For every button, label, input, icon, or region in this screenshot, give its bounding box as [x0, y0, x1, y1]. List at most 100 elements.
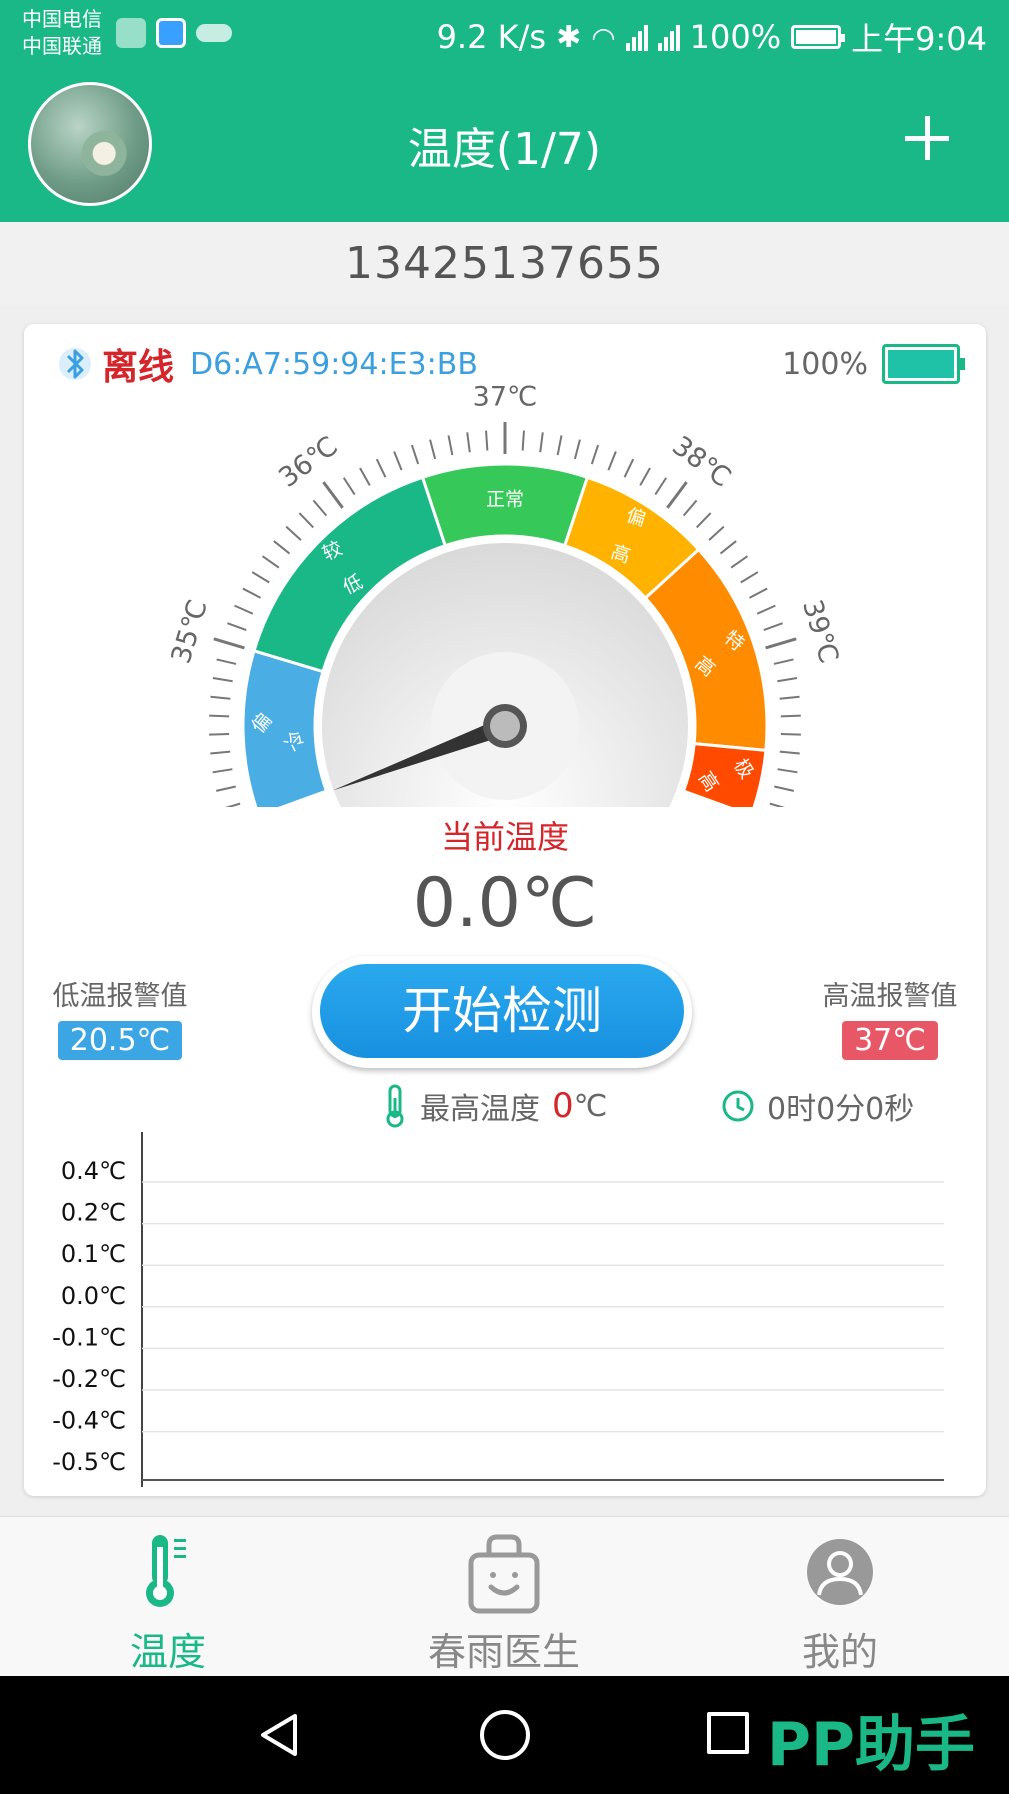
current-temp-label: 当前温度 — [440, 818, 569, 856]
gauge-tick — [242, 587, 262, 599]
battery-icon — [791, 25, 846, 49]
system-nav-bar: PP助手 — [0, 1676, 1009, 1794]
phone-number: 13425137655 — [0, 222, 1009, 305]
max-temp-value: 0 — [552, 1086, 574, 1126]
high-alarm-label: 高温报警值 — [822, 981, 958, 1012]
gauge-tick — [359, 467, 371, 486]
chart-y-tick-label: -0.1℃ — [52, 1323, 126, 1351]
add-device-button[interactable] — [905, 116, 949, 160]
gauge-tick — [209, 714, 230, 718]
tab-label: 我的 — [801, 1630, 878, 1674]
tab-me[interactable]: 我的 — [672, 1517, 1008, 1677]
start-detect-label: 开始检测 — [320, 964, 684, 1058]
high-alarm-value[interactable]: 37℃ — [842, 1021, 938, 1060]
tab-label: 春雨医生 — [427, 1630, 580, 1674]
gauge-tick — [666, 481, 688, 509]
high-alarm[interactable]: 高温报警值 37℃ — [818, 974, 962, 1060]
gauge-tick — [708, 525, 725, 541]
gauge-tick — [780, 714, 801, 718]
gauge-tick-label: 39℃ — [796, 596, 844, 667]
gauge-tick — [639, 467, 651, 486]
low-alarm-value[interactable]: 20.5℃ — [57, 1021, 183, 1060]
shopping-bag-icon — [468, 1534, 540, 1614]
bottom-tab-bar: 温度 春雨医生 我的 — [0, 1516, 1009, 1676]
low-alarm[interactable]: 低温报警值 20.5℃ — [48, 974, 192, 1060]
gauge-tick — [251, 571, 270, 584]
gauge-tick-label: 35℃ — [166, 596, 214, 667]
gauge-tick-label: 37℃ — [473, 382, 538, 413]
start-detect-button[interactable]: 开始检测 — [312, 956, 692, 1068]
gauge-tick — [227, 622, 247, 632]
clock-time: 上午9:04 — [851, 20, 987, 58]
current-temp-value: 0.0℃ — [412, 864, 598, 943]
battery-percent: 100% — [689, 18, 782, 56]
device-card: 离线 D6:A7:59:94:E3:BB 100% 34℃35℃36℃37℃38… — [24, 324, 986, 1496]
chart-y-tick-label: -0.2℃ — [52, 1365, 126, 1393]
gauge-tick-label: 36℃ — [273, 430, 343, 493]
gauge-tick — [375, 458, 387, 478]
gauge-tick — [215, 785, 236, 792]
max-temp-label: 最高温度 — [420, 1092, 540, 1127]
gauge-zone-label: 正常 — [486, 489, 524, 511]
chart-y-tick-label: -0.5℃ — [52, 1448, 126, 1476]
back-icon[interactable] — [255, 1710, 305, 1760]
chart-y-tick-label: -0.4℃ — [52, 1407, 126, 1435]
bluetooth-icon: ✱ — [556, 19, 582, 55]
gauge-tick — [607, 451, 617, 471]
gauge-tick — [773, 658, 794, 665]
gauge-tick — [654, 477, 668, 496]
gauge-tick — [466, 432, 471, 453]
home-icon[interactable] — [480, 1710, 530, 1760]
thermometer-icon — [386, 1084, 404, 1128]
gauge-tick — [447, 435, 454, 456]
page-title: 温度(1/7) — [407, 124, 602, 175]
gauge-tick — [410, 444, 420, 465]
tab-label: 温度 — [129, 1630, 206, 1674]
status-bar: 中国电信 中国联通 9.2 K/s ✱ ◠ 100% 上午9:04 — [0, 0, 1009, 71]
gauge-tick — [777, 768, 798, 774]
watermark-logo: PP助手 — [767, 1710, 975, 1780]
chart-y-tick-label: 0.0℃ — [61, 1282, 126, 1310]
gauge-tick — [765, 637, 797, 650]
gauge-tick — [261, 555, 280, 569]
clock-icon — [722, 1090, 754, 1122]
gauge-tick — [429, 439, 437, 460]
gauge-tick — [213, 637, 245, 650]
gauge-tick — [777, 677, 798, 683]
app-notification-icon — [156, 18, 186, 48]
gauge-tick — [748, 587, 768, 599]
stats-row: 最高温度 0 ℃ 0时0分0秒 — [24, 1084, 986, 1130]
app-header: 温度(1/7) — [0, 71, 1009, 222]
gauge-tick — [298, 512, 314, 529]
gauge-tick — [234, 604, 254, 615]
gauge-tick — [730, 555, 749, 569]
carrier-2: 中国联通 — [22, 34, 102, 58]
recent-apps-icon[interactable] — [707, 1712, 749, 1754]
gauge-tick — [719, 540, 737, 555]
gauge-tick — [780, 733, 801, 736]
tab-doctor[interactable]: 春雨医生 — [336, 1517, 672, 1677]
gauge-zone — [241, 648, 329, 807]
elapsed-time: 0时0分0秒 — [767, 1092, 915, 1127]
gauge-tick — [521, 430, 525, 451]
carrier-info: 中国电信 中国联通 — [22, 6, 102, 60]
chart-y-tick-label: 0.2℃ — [61, 1199, 126, 1227]
max-temp: 最高温度 0 ℃ — [384, 1084, 607, 1128]
gauge-tick — [210, 695, 231, 700]
signal-icon — [625, 23, 648, 51]
app-notification-icon — [116, 18, 146, 48]
gauge-tick — [485, 430, 489, 451]
notification-icons — [116, 18, 232, 48]
gauge-tick — [322, 481, 344, 509]
gauge-tick — [696, 512, 712, 529]
gauge-tick — [573, 439, 581, 460]
net-speed: 9.2 K/s — [436, 18, 547, 56]
temperature-chart: 0.4℃ 0.2℃ 0.1℃ 0.0℃ -0.1℃ -0.2℃ -0.4℃ -0.5℃ — [52, 1132, 944, 1487]
chart-y-tick-label: 0.1℃ — [61, 1240, 126, 1268]
gauge-tick — [774, 785, 795, 792]
max-temp-unit: ℃ — [573, 1088, 608, 1124]
gauge-tick — [210, 750, 231, 755]
gauge-tick — [212, 677, 233, 683]
gauge-tick — [285, 525, 302, 541]
tab-temperature[interactable]: 温度 — [0, 1517, 336, 1677]
